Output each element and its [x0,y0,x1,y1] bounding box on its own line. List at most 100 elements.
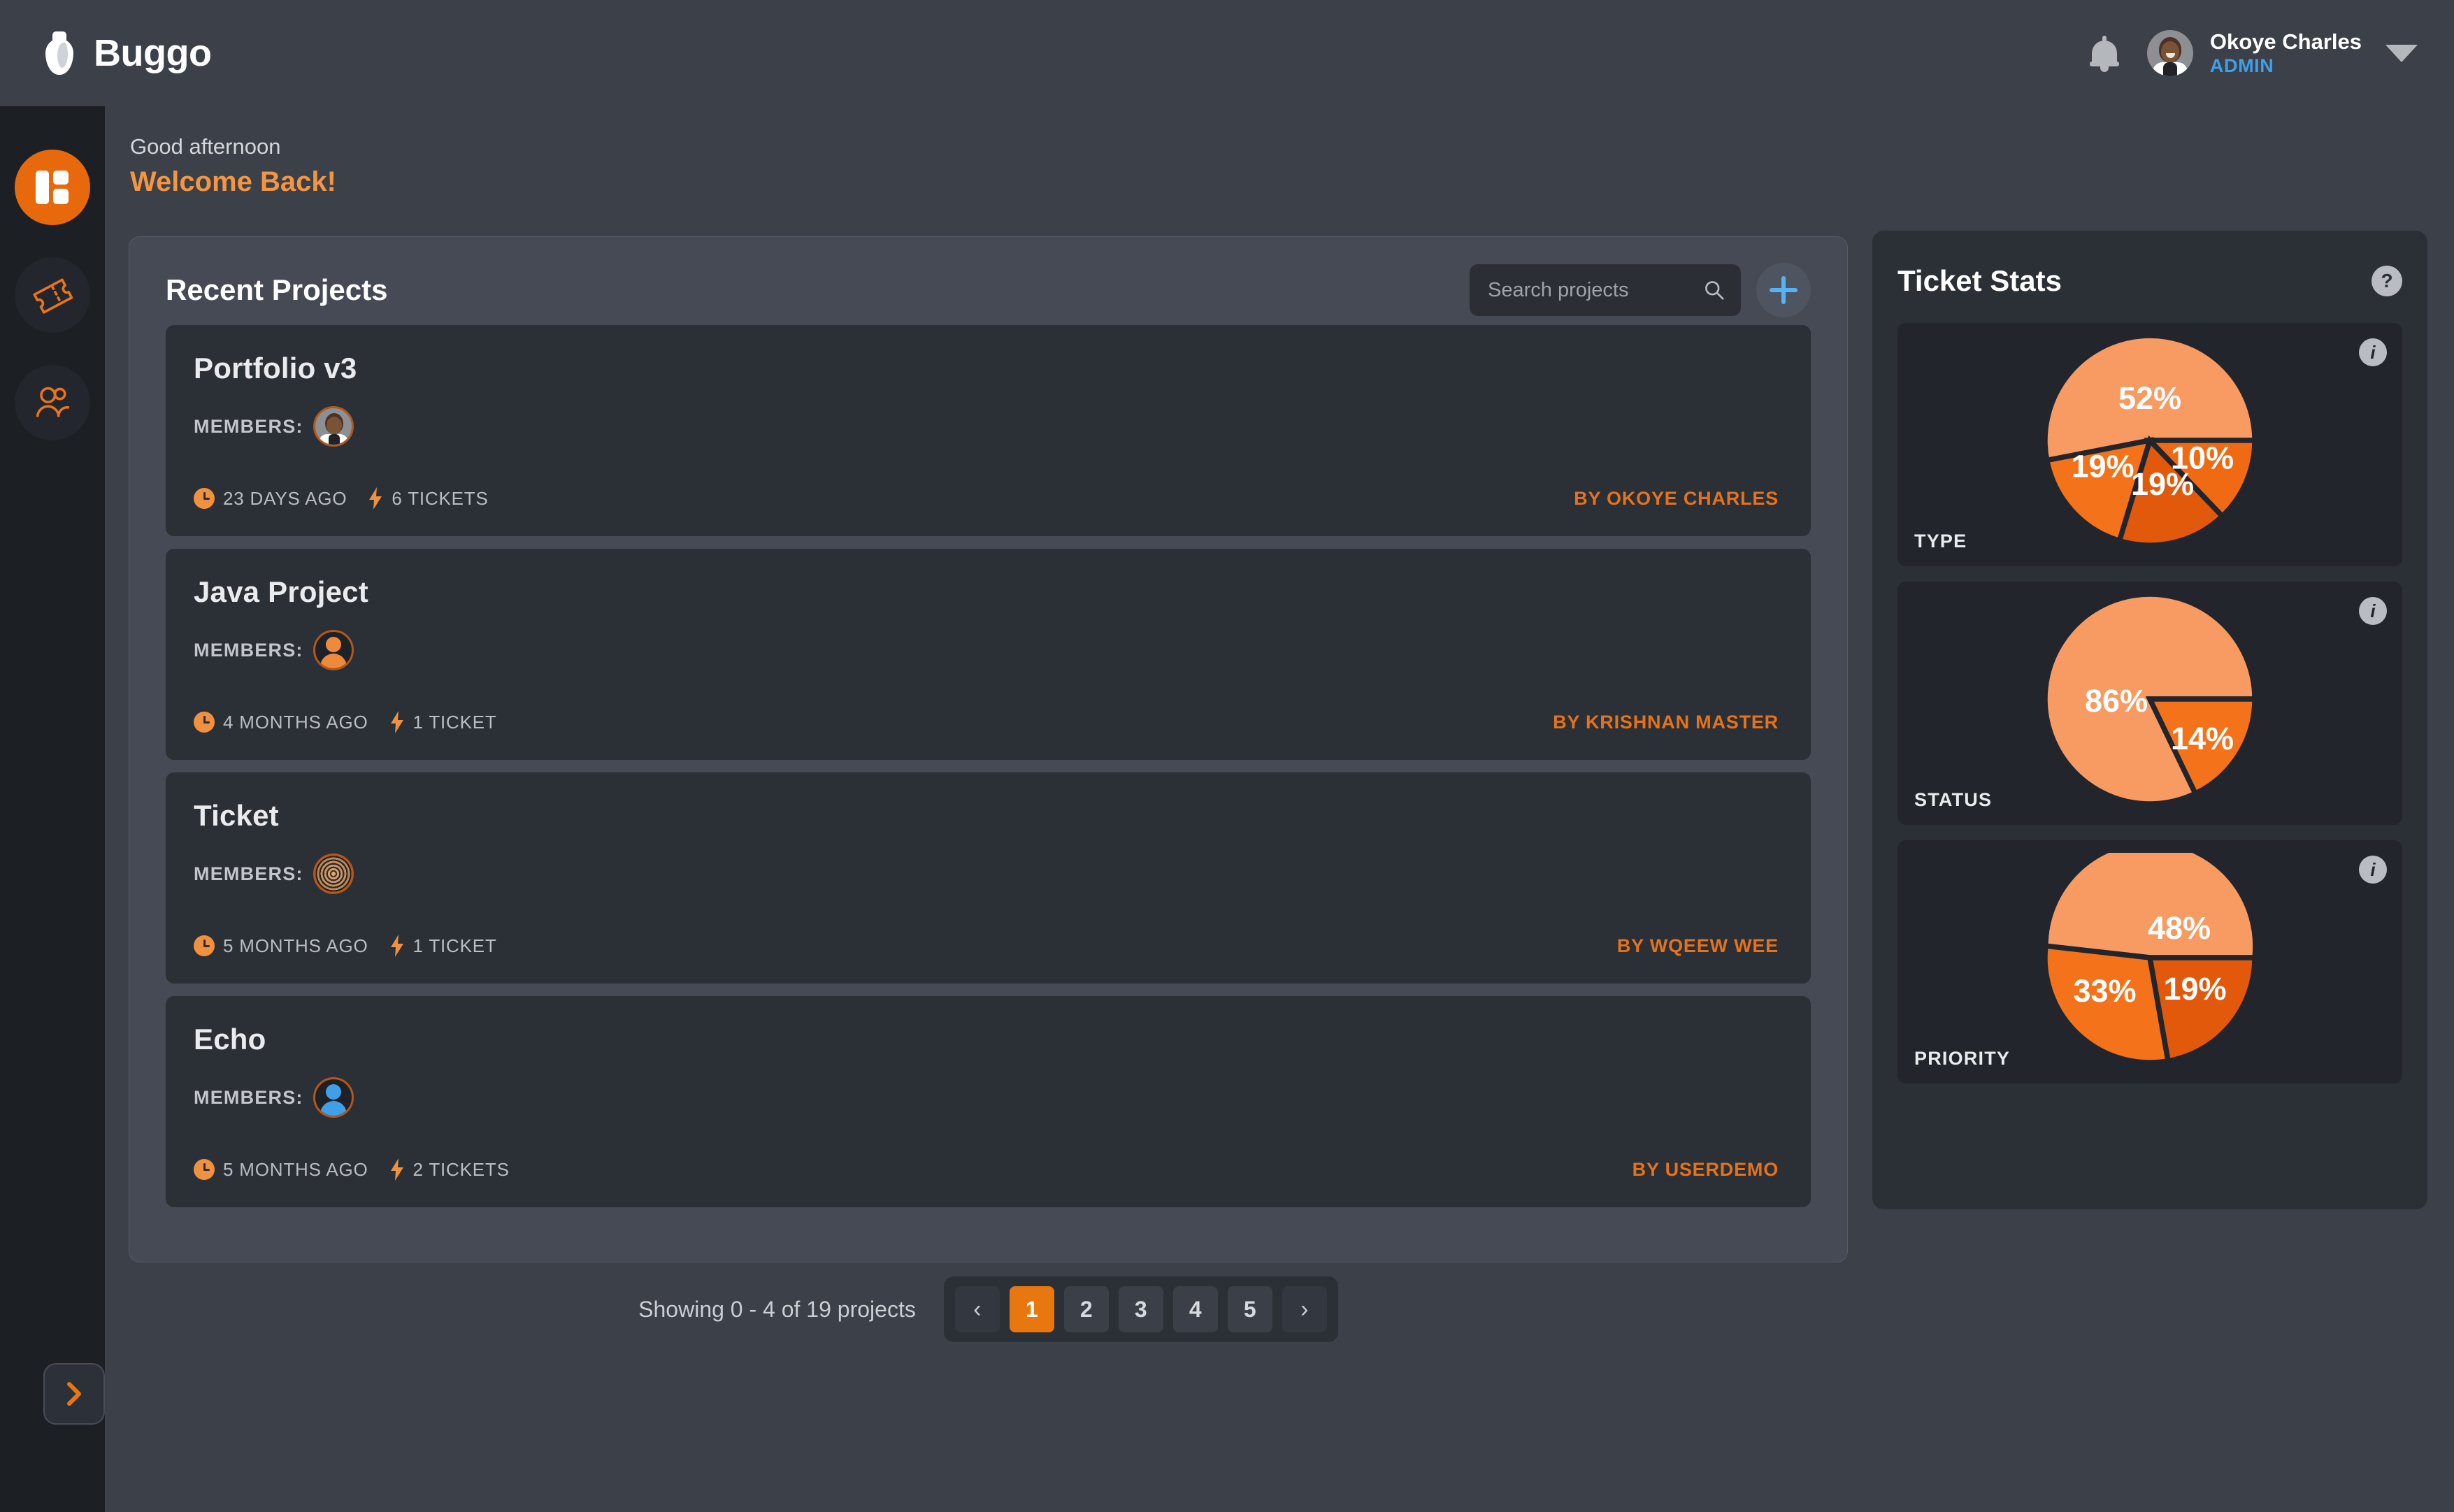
project-name: Echo [194,1023,1779,1056]
info-icon[interactable]: i [2359,338,2387,366]
members-row: MEMBERS: [194,854,1779,894]
stat-card-priority: i 48% 33% 19% PRIORITY [1897,840,2402,1083]
sidebar-item-tickets[interactable] [15,257,90,333]
pagination-page-4[interactable]: 4 [1173,1286,1218,1332]
project-name: Portfolio v3 [194,352,1779,385]
project-tickets-text: 1 TICKET [413,935,497,957]
greeting-title: Welcome Back! [130,164,336,199]
members-row: MEMBERS: [194,1077,1779,1118]
bolt-icon [389,1158,405,1181]
project-meta: 5 MONTHS AGO 1 TICKET [194,935,497,957]
bolt-icon [389,935,405,957]
project-author: BY USERDEMO [1633,1159,1779,1181]
user-role: ADMIN [2210,55,2362,77]
search-icon[interactable] [1703,278,1725,303]
members-label: MEMBERS: [194,1087,303,1109]
members-row: MEMBERS: [194,630,1779,670]
stat-label: STATUS [1914,789,1992,811]
table-row[interactable]: Echo MEMBERS: 5 MONTHS AGO [166,996,1811,1207]
project-updated-text: 4 MONTHS AGO [223,712,368,733]
pagination-page-1[interactable]: 1 [1010,1286,1054,1332]
project-tickets: 6 TICKETS [368,487,488,510]
pagination-next[interactable]: › [1282,1286,1327,1332]
avatar[interactable] [313,630,354,670]
project-updated-text: 5 MONTHS AGO [223,935,368,957]
pagination-page-3[interactable]: 3 [1119,1286,1163,1332]
panel-header-actions [1470,263,1811,317]
top-bar-right: Okoye Charles ADMIN [2088,29,2418,78]
project-author: BY KRISHNAN MASTER [1553,712,1779,733]
page-title: Recent Projects [166,273,387,307]
project-meta: 23 DAYS AGO 6 TICKETS [194,487,489,510]
project-name: Ticket [194,799,1779,833]
info-icon[interactable]: i [2359,856,2387,884]
project-list: Portfolio v3 MEMBERS: 23 DAYS AGO [129,312,1847,1207]
pie-label: 48% [2148,910,2211,946]
bolt-icon [368,487,383,510]
members-label: MEMBERS: [194,640,303,661]
project-updated-text: 23 DAYS AGO [223,488,347,510]
sidebar-item-dashboard[interactable] [15,150,90,225]
project-tickets-text: 1 TICKET [413,712,497,733]
stat-card-status: i 86% 14% STATUS [1897,582,2402,825]
add-project-button[interactable] [1756,263,1811,317]
clock-icon [194,935,215,956]
user-text: Okoye Charles ADMIN [2210,29,2362,78]
search-box[interactable] [1470,264,1741,316]
info-icon[interactable]: i [2359,597,2387,625]
pagination-page-5[interactable]: 5 [1228,1286,1272,1332]
project-tickets: 1 TICKET [389,711,497,733]
plus-icon [1770,276,1798,304]
pagination-summary: Showing 0 - 4 of 19 projects [638,1297,916,1323]
members-label: MEMBERS: [194,416,303,438]
search-input[interactable] [1488,279,1698,302]
question-mark-icon[interactable]: ? [2372,266,2402,296]
pagination-controls: ‹ 1 2 3 4 5 › [944,1276,1338,1342]
stat-label: PRIORITY [1914,1048,2010,1070]
project-tickets: 1 TICKET [389,935,497,957]
project-tickets-text: 6 TICKETS [392,488,488,510]
greeting-subtitle: Good afternoon [130,133,336,161]
project-updated: 5 MONTHS AGO [194,935,368,957]
stat-card-type: i 52% 19% 19% 10% TYPE [1897,323,2402,566]
project-tickets-text: 2 TICKETS [413,1159,510,1181]
stats-title: Ticket Stats [1897,264,2062,298]
pie-label: 33% [2073,973,2136,1009]
members-label: MEMBERS: [194,863,303,885]
bolt-icon [389,711,405,733]
project-updated: 5 MONTHS AGO [194,1159,368,1181]
avatar[interactable] [313,1077,354,1118]
bug-icon [43,31,76,75]
project-meta: 5 MONTHS AGO 2 TICKETS [194,1158,510,1181]
sidebar-item-users[interactable] [15,365,90,440]
pagination-page-2[interactable]: 2 [1064,1286,1109,1332]
avatar[interactable] [313,854,354,894]
chevron-down-icon[interactable] [2385,45,2418,62]
chevron-right-icon [62,1377,87,1411]
members-row: MEMBERS: [194,406,1779,447]
project-updated-text: 5 MONTHS AGO [223,1159,368,1181]
greeting: Good afternoon Welcome Back! [130,133,336,199]
sidebar-expand-button[interactable] [43,1363,105,1425]
user-menu[interactable]: Okoye Charles ADMIN [2147,29,2418,78]
clock-icon [194,488,215,509]
avatar[interactable] [313,406,354,447]
bell-icon[interactable] [2088,35,2121,71]
pie-label: 10% [2171,440,2234,476]
table-row[interactable]: Portfolio v3 MEMBERS: 23 DAYS AGO [166,325,1811,536]
project-meta: 4 MONTHS AGO 1 TICKET [194,711,497,733]
project-name: Java Project [194,575,1779,609]
project-updated: 4 MONTHS AGO [194,712,368,733]
table-row[interactable]: Java Project MEMBERS: 4 MONTHS AGO [166,549,1811,760]
users-icon [34,386,71,419]
ticket-icon [29,273,76,317]
pagination-prev[interactable]: ‹ [955,1286,1000,1332]
pie-chart-priority: 48% 33% 19% [2045,853,2255,1066]
panel-header: Recent Projects [129,237,1847,312]
table-row[interactable]: Ticket MEMBERS: 5 MONTHS AGO 1 TICKET [166,772,1811,984]
clock-icon [194,1159,215,1180]
avatar [2147,30,2193,76]
pie-label: 86% [2085,683,2148,719]
project-author: BY WQEEW WEE [1617,935,1779,957]
pie-label: 52% [2118,380,2181,416]
